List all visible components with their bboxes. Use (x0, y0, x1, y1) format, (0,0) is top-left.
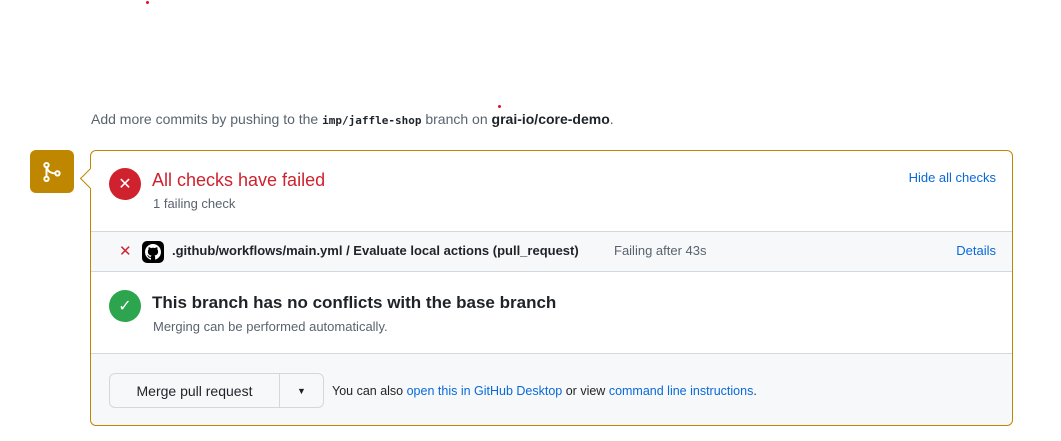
check-status: Failing after 43s (614, 243, 707, 258)
github-icon (142, 241, 164, 263)
fail-x-icon: ✕ (119, 243, 132, 260)
repo-name: grai-io/core-demo (491, 111, 610, 127)
merge-options-dropdown[interactable]: ▼ (280, 374, 323, 407)
merge-button-group: Merge pull request ▼ (109, 373, 324, 408)
conflicts-subtitle: Merging can be performed automatically. (153, 319, 388, 334)
check-name: .github/workflows/main.yml / Evaluate lo… (172, 243, 579, 258)
caret-down-icon: ▼ (297, 385, 306, 396)
check-icon: ✓ (109, 290, 141, 322)
conflicts-section: ✓ This branch has no conflicts with the … (91, 271, 1012, 354)
merge-box: ✕ All checks have failed 1 failing check… (79, 150, 1013, 426)
push-hint: Add more commits by pushing to the imp/j… (91, 111, 614, 127)
git-merge-icon (30, 150, 74, 193)
check-details-link[interactable]: Details (956, 243, 996, 258)
merge-section: Merge pull request ▼ You can also open t… (91, 353, 1012, 425)
merge-pull-request-button[interactable]: Merge pull request (110, 374, 280, 407)
fail-x-icon: ✕ (109, 168, 141, 200)
conflicts-title: This branch has no conflicts with the ba… (152, 293, 557, 312)
merge-alternatives: You can also open this in GitHub Desktop… (332, 384, 757, 398)
cursor-dot (498, 105, 501, 108)
checks-title: All checks have failed (152, 170, 326, 190)
github-desktop-link[interactable]: open this in GitHub Desktop (407, 384, 563, 398)
check-row: ✕ .github/workflows/main.yml / Evaluate … (91, 231, 1012, 272)
hide-all-checks-link[interactable]: Hide all checks (909, 170, 996, 185)
branch-name: imp/jaffle-shop (322, 114, 422, 127)
cursor-dot (146, 1, 149, 4)
checks-subtitle: 1 failing check (153, 196, 236, 211)
command-line-link[interactable]: command line instructions (609, 384, 754, 398)
